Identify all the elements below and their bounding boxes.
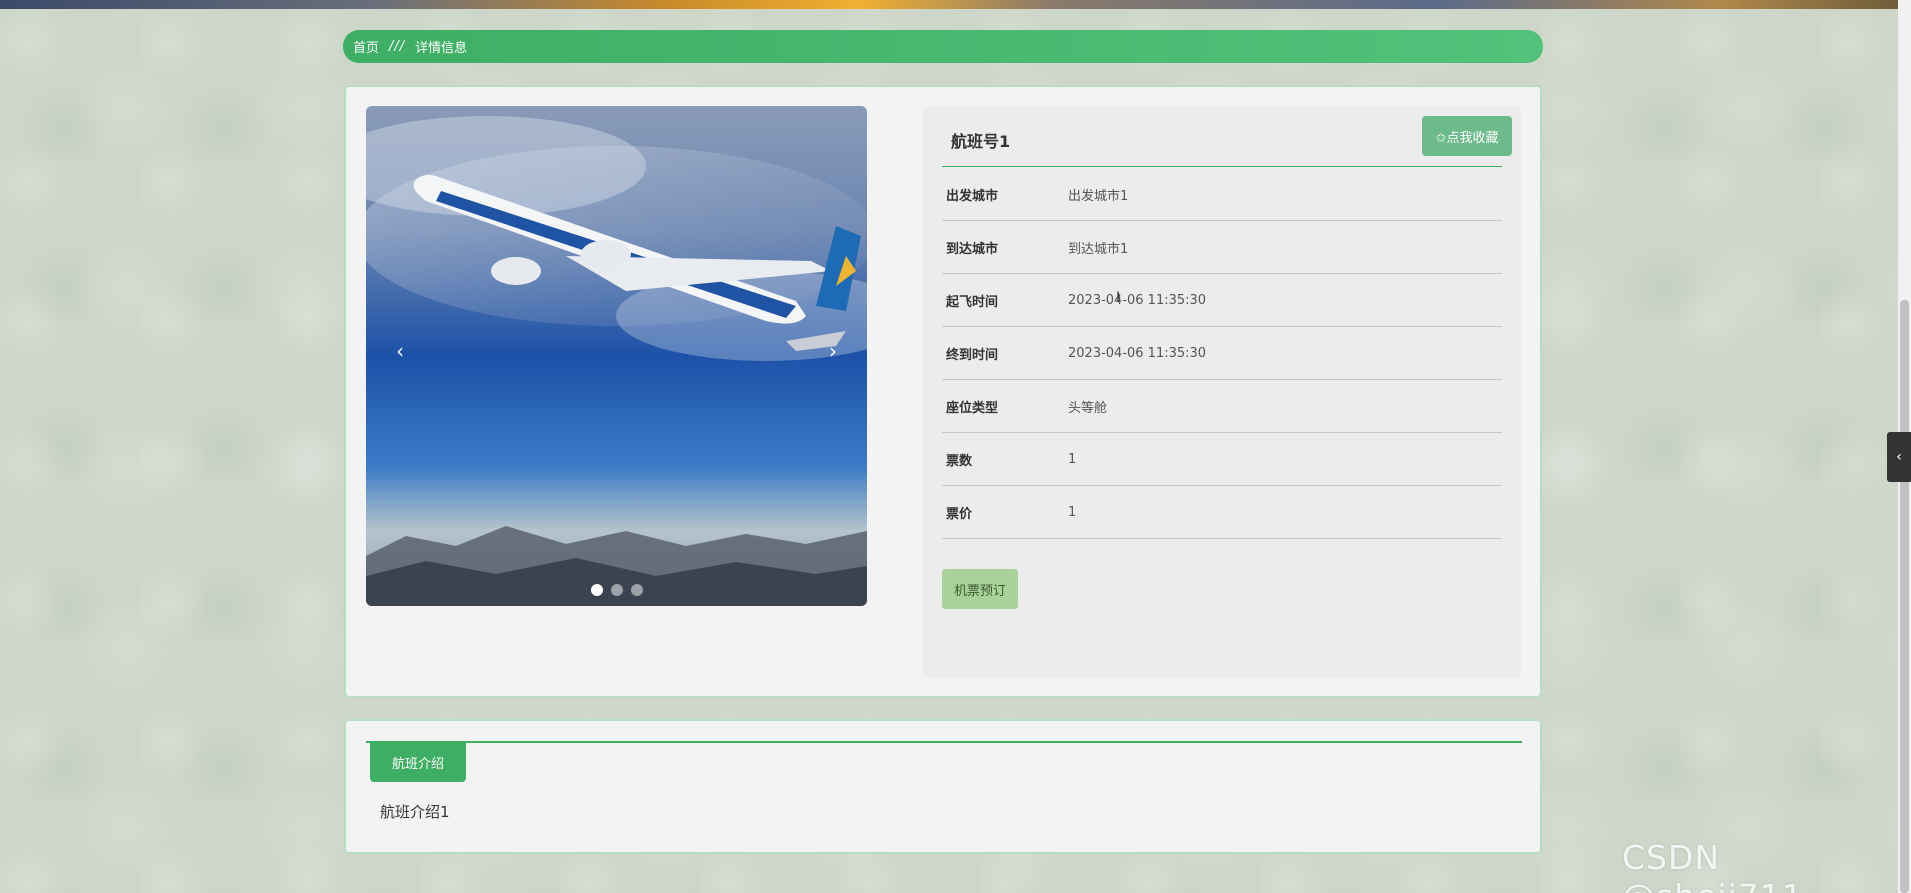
breadcrumb-home-link[interactable]: 首页	[353, 37, 379, 56]
detail-label: 票数	[946, 453, 973, 469]
carousel-prev-arrow-icon[interactable]: ‹	[388, 341, 412, 361]
scrollbar-thumb[interactable]	[1900, 300, 1909, 893]
detail-value: 2023-04-06 11:35:30	[1068, 345, 1207, 361]
detail-label: 座位类型	[946, 400, 999, 416]
text-cursor-icon: I	[1116, 290, 1121, 306]
detail-row-departure-time: 起飞时间 2023-04-06 11:35:30	[942, 274, 1502, 327]
airplane-photo	[366, 106, 867, 606]
detail-label: 起飞时间	[946, 294, 999, 310]
carousel-indicators	[366, 584, 867, 596]
favorite-button[interactable]: ✩点我收藏	[1422, 116, 1512, 156]
book-ticket-button[interactable]: 机票预订	[942, 569, 1018, 609]
detail-row-arrival-time: 终到时间 2023-04-06 11:35:30	[942, 327, 1502, 380]
side-panel-toggle-icon[interactable]: ‹	[1887, 432, 1911, 482]
flight-title: 航班号1	[951, 132, 1011, 151]
flight-header: 航班号1 ✩点我收藏	[942, 106, 1512, 167]
intro-content: 航班介绍1	[380, 803, 450, 821]
detail-label: 票价	[946, 506, 973, 522]
breadcrumb-separator: ///	[389, 39, 406, 54]
detail-row-ticket-price: 票价 1	[942, 486, 1502, 539]
detail-label: 到达城市	[946, 241, 999, 257]
detail-row-ticket-count: 票数 1	[942, 433, 1502, 486]
detail-label: 终到时间	[946, 347, 999, 363]
flight-detail-list: 出发城市 出发城市1 到达城市 到达城市1 起飞时间 2023-04-06 11…	[942, 168, 1502, 539]
detail-value: 2023-04-06 11:35:30	[1068, 292, 1207, 308]
carousel-next-arrow-icon[interactable]: ›	[821, 341, 845, 361]
detail-row-arrival-city: 到达城市 到达城市1	[942, 221, 1502, 274]
carousel-dot[interactable]	[590, 584, 603, 596]
detail-row-departure-city: 出发城市 出发城市1	[942, 168, 1502, 221]
detail-row-seat-type: 座位类型 头等舱	[942, 380, 1502, 433]
watermark: CSDN @sheji711	[1622, 838, 1803, 893]
tab-flight-intro[interactable]: 航班介绍	[370, 742, 466, 782]
breadcrumb: 首页 /// 详情信息	[343, 30, 1543, 63]
intro-tab-divider	[366, 741, 1522, 743]
intro-panel: 航班介绍 航班介绍1	[344, 719, 1542, 854]
carousel-dot[interactable]	[610, 584, 623, 596]
image-carousel[interactable]: ‹ ›	[366, 106, 867, 606]
carousel-dot[interactable]	[630, 584, 643, 596]
detail-value: 1	[1068, 451, 1077, 467]
flight-info-card: 航班号1 ✩点我收藏 出发城市 出发城市1 到达城市 到达城市1 起飞时间 20…	[923, 106, 1521, 678]
detail-panel: ‹ › 航班号1 ✩点我收藏 出发城市 出发城市1 到达城市 到达城市1 起飞时…	[344, 85, 1542, 698]
detail-label: 出发城市	[946, 188, 999, 204]
breadcrumb-current: 详情信息	[415, 41, 468, 56]
top-banner-image	[0, 0, 1911, 9]
detail-value: 到达城市1	[1068, 241, 1129, 257]
detail-value: 出发城市1	[1068, 188, 1129, 204]
detail-value: 1	[1068, 504, 1077, 520]
detail-value: 头等舱	[1068, 400, 1108, 416]
